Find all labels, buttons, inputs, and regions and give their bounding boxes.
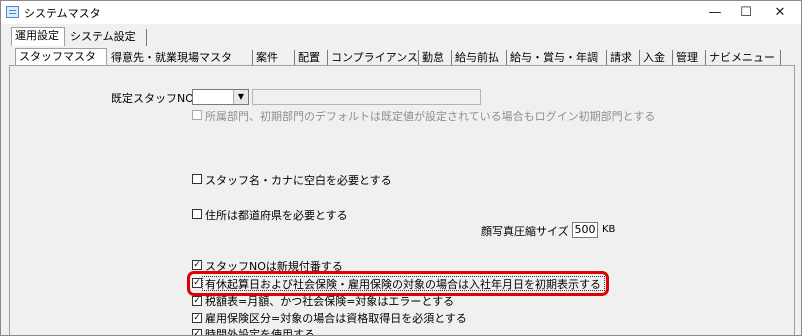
default-staff-name-field: [252, 89, 481, 105]
employment-insurance-label: 雇用保険区分=対象の場合は資格取得日を必須とする: [205, 312, 467, 325]
prefecture-label: 住所は都道府県を必要とする: [205, 209, 348, 222]
overtime-label: 時間外設定を使用する: [205, 328, 315, 336]
tax-table-label: 税額表=月額、かつ社会保険=対象はエラーとする: [205, 295, 455, 308]
auto-number-checkbox[interactable]: ✓: [192, 260, 202, 270]
tab-system-settings[interactable]: システム設定: [67, 29, 147, 46]
employment-insurance-checkbox[interactable]: ✓: [192, 313, 202, 323]
leave-date-checkbox[interactable]: ✓: [192, 278, 202, 288]
photo-size-unit: KB: [602, 224, 616, 235]
default-staff-label: 既定スタッフNO: [111, 92, 194, 105]
chevron-down-icon[interactable]: ▼: [233, 90, 248, 104]
tax-table-checkbox[interactable]: ✓: [192, 296, 202, 306]
prefecture-checkbox[interactable]: [192, 209, 202, 219]
system-master-window: システムマスタ — ☐ ✕ 運用設定 システム設定 スタッフマスタ 得意先・就業…: [0, 0, 802, 336]
blank-name-label: スタッフ名・カナに空白を必要とする: [205, 174, 392, 187]
overtime-checkbox[interactable]: ✓: [192, 329, 202, 335]
leave-date-label: 有休起算日および社会保険・雇用保険の対象の場合は入社年月日を初期表示する: [205, 278, 601, 291]
window-title: システムマスタ: [24, 7, 101, 20]
photo-size-label: 顔写真圧縮サイズ: [481, 225, 569, 238]
maximize-button[interactable]: ☐: [729, 1, 763, 24]
photo-size-input[interactable]: 500: [572, 222, 598, 238]
dept-default-label: 所属部門、初期部門のデフォルトは既定値が設定されている場合もログイン初期部門とす…: [205, 110, 656, 123]
title-bar: システムマスタ — ☐ ✕: [1, 1, 801, 24]
close-button[interactable]: ✕: [763, 1, 797, 24]
minimize-button[interactable]: —: [698, 1, 732, 24]
app-icon: [6, 6, 19, 18]
default-staff-combo[interactable]: ▼: [192, 89, 249, 105]
dept-default-checkbox: [192, 110, 202, 120]
tab-operation-settings[interactable]: 運用設定: [11, 27, 65, 46]
blank-name-checkbox[interactable]: [192, 174, 202, 184]
